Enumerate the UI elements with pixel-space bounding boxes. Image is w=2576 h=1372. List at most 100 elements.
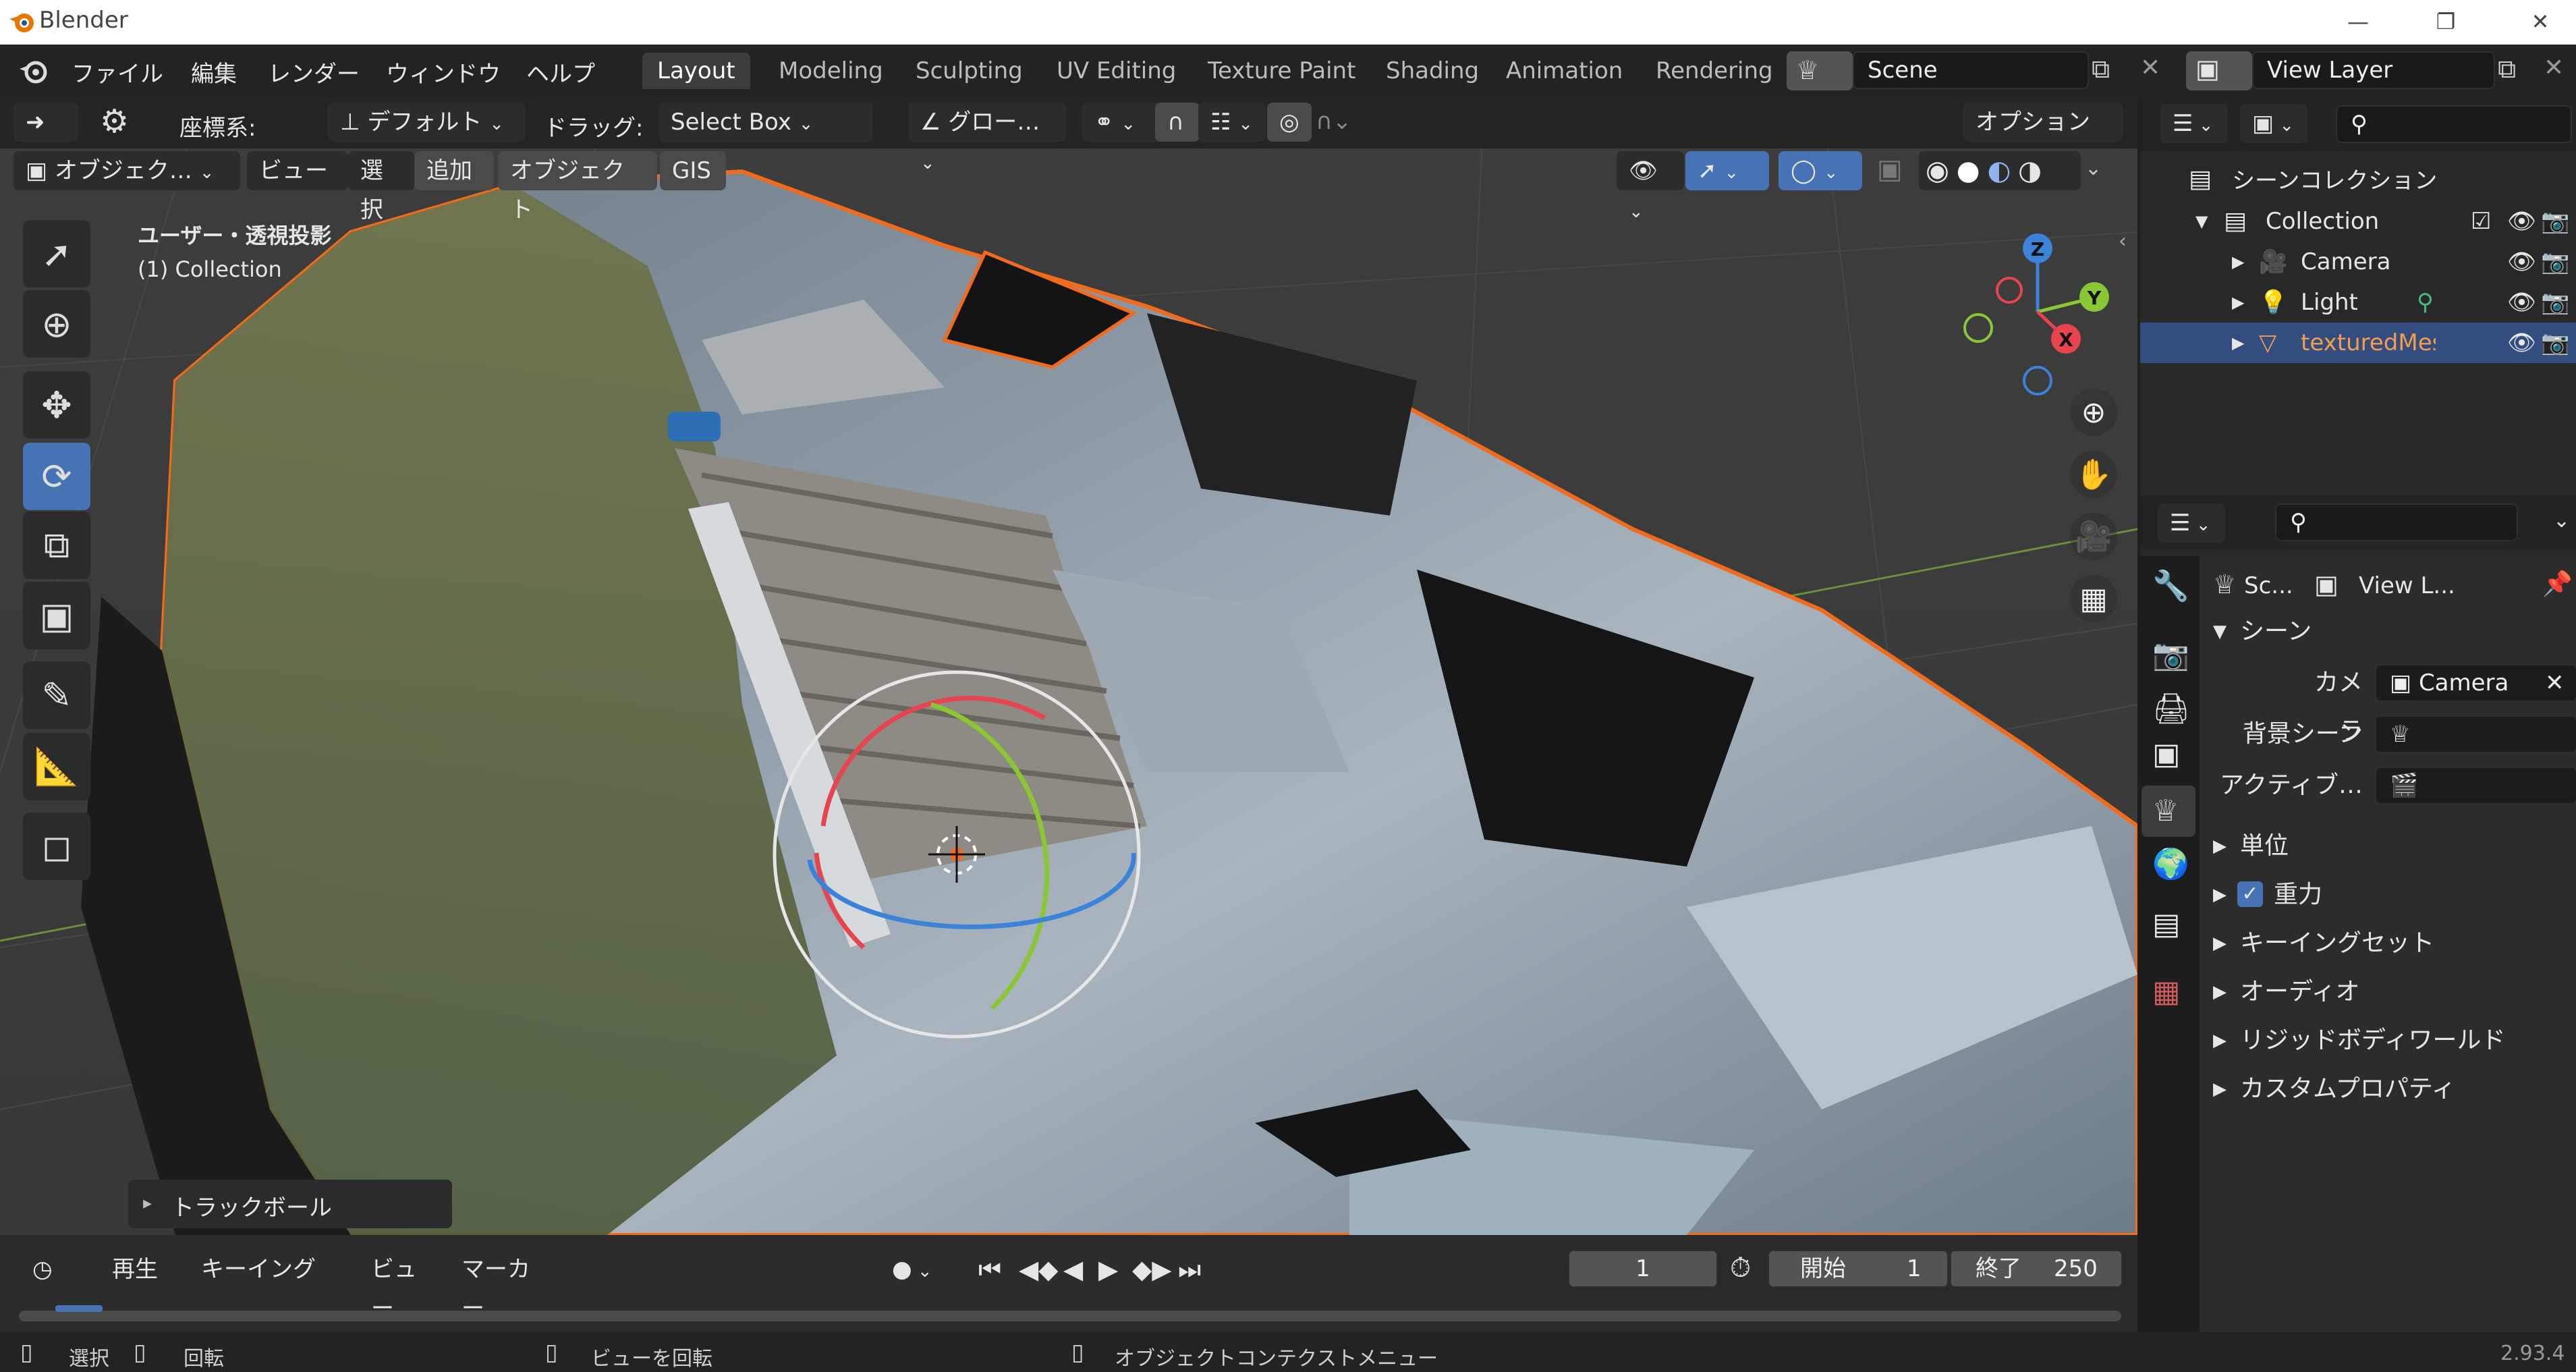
neg-y-axis-ball[interactable] — [1963, 313, 1993, 343]
eye-icon[interactable]: 👁 — [2507, 282, 2536, 323]
output-tab-icon[interactable]: 🖨 — [2152, 691, 2190, 726]
panel-units[interactable]: ▶ 単位 — [2200, 822, 2576, 871]
material-shading-icon[interactable]: ◐ — [1987, 155, 2011, 186]
end-frame-field[interactable]: 終了 250 — [1950, 1250, 2123, 1288]
wireframe-shading-icon[interactable]: ◉ — [1926, 155, 1949, 186]
menu-edit[interactable]: 編集 — [191, 55, 237, 88]
menu-view[interactable]: ビュー — [247, 151, 348, 190]
scene-name-field[interactable]: Scene — [1853, 51, 2089, 89]
solid-shading-icon[interactable]: ● — [1957, 155, 1980, 186]
perspective-grid-icon[interactable]: ▦ — [2070, 575, 2117, 622]
camera-render-icon[interactable]: 📷 — [2541, 242, 2569, 282]
menu-select[interactable]: 選択 — [348, 151, 414, 223]
menu-marker[interactable]: マーカー — [449, 1250, 564, 1322]
viewlayer-name-field[interactable]: View Layer — [2252, 51, 2495, 89]
camera-view-icon[interactable]: 🎥 — [2070, 513, 2117, 560]
delete-viewlayer-icon[interactable]: ✕ — [2544, 54, 2564, 82]
scene-tab[interactable]: ♕ — [2141, 786, 2195, 837]
texture-tab-icon[interactable]: ▦ — [2152, 975, 2181, 1009]
playhead[interactable] — [55, 1305, 103, 1312]
view-layer-tab-icon[interactable]: ▣ — [2152, 737, 2181, 771]
menu-object[interactable]: オブジェクト — [498, 151, 657, 223]
snap-target-dropdown[interactable]: ☷ — [1198, 103, 1266, 142]
panel-rigid-body-world[interactable]: ▶ リジッドボディワールド — [2200, 1016, 2576, 1065]
restore-button[interactable]: ❐ — [2422, 5, 2469, 38]
shading-options-icon[interactable]: ⌄ — [2085, 157, 2102, 180]
collection-tab-icon[interactable]: ▤ — [2152, 907, 2181, 941]
neg-x-axis-ball[interactable] — [1996, 277, 2023, 304]
proportional-edit-toggle[interactable]: ◎ — [1267, 103, 1312, 142]
camera-render-icon[interactable]: 📷 — [2541, 282, 2569, 323]
panel-gravity[interactable]: ▶ ✓ 重力 — [2200, 871, 2576, 919]
move-tool-icon[interactable]: ✥ — [23, 371, 90, 439]
outliner-row-texturedmesh[interactable]: ▶ ▽ texturedMesl 👁 📷 — [2140, 323, 2576, 363]
panel-keying-sets[interactable]: ▶ キーイングセット — [2200, 919, 2576, 968]
world-tab-icon[interactable]: 🌍 — [2152, 846, 2189, 881]
rotate-tool-icon[interactable]: ⟳ — [23, 443, 90, 510]
visibility-dropdown[interactable]: 👁 — [1617, 151, 1684, 190]
expand-arrow-icon[interactable]: ▶ — [2232, 282, 2244, 323]
properties-editor-type-dropdown[interactable]: ☰ — [2158, 503, 2225, 543]
tab-texture-paint[interactable]: Texture Paint — [1193, 53, 1370, 89]
scale-tool-icon[interactable]: ⧉ — [23, 512, 90, 579]
mode-dropdown[interactable]: ▣ オブジェク… — [13, 151, 240, 190]
add-cube-tool-icon[interactable]: ◻ — [23, 813, 90, 880]
auto-keying-toggle[interactable]: ● — [880, 1250, 955, 1289]
menu-add[interactable]: 追加 — [414, 151, 494, 190]
jump-end-icon[interactable]: ⏭ — [1178, 1250, 1201, 1289]
gizmo-toggle[interactable]: ➚ — [1685, 151, 1769, 190]
camera-render-icon[interactable]: 📷 — [2541, 201, 2569, 242]
play-reverse-icon[interactable]: ◀ — [1063, 1250, 1083, 1289]
editor-type-dropdown[interactable]: ☰ — [2160, 104, 2228, 143]
eye-icon[interactable]: 👁 — [2507, 201, 2536, 242]
transform-tool-icon[interactable]: ▣ — [23, 582, 90, 649]
new-viewlayer-icon[interactable]: ⧉ — [2498, 54, 2516, 84]
tab-shading[interactable]: Shading — [1371, 53, 1494, 89]
tab-rendering[interactable]: Rendering — [1641, 53, 1774, 89]
new-scene-icon[interactable]: ⧉ — [2092, 54, 2110, 84]
camera-render-icon[interactable]: 📷 — [2541, 323, 2569, 363]
falloff-icon[interactable]: ∩⌄ — [1316, 108, 1351, 135]
properties-search-input[interactable]: ⚲ — [2275, 503, 2518, 541]
outliner-row-camera[interactable]: ▶ 🎥 Camera 👁 📷 — [2140, 242, 2576, 282]
eye-icon[interactable]: 👁 — [2507, 242, 2536, 282]
measure-tool-icon[interactable]: 📐 — [23, 733, 90, 800]
3d-viewport[interactable]: ➜ ⚙ 座標系: ⊥ デフォルト ドラッグ: Select Box ∠ グロー…… — [0, 97, 2137, 1235]
tab-sculpting[interactable]: Sculpting — [901, 53, 1038, 89]
eye-icon[interactable]: 👁 — [2507, 323, 2536, 363]
select-box-tool-icon[interactable]: ➚ — [23, 220, 90, 287]
navigation-gizmo[interactable]: Z Y X — [1950, 224, 2125, 400]
overlays-toggle[interactable]: ◯ — [1779, 151, 1862, 190]
outliner-search-input[interactable]: ⚲ — [2336, 105, 2572, 143]
current-frame-field[interactable]: 1 — [1568, 1250, 1718, 1288]
tool-tab-icon[interactable]: 🔧 — [2152, 568, 2189, 603]
transform-orientation-dropdown[interactable]: ∠ グロー… — [908, 103, 1066, 142]
blender-menu-icon[interactable] — [18, 55, 49, 86]
timeline-scrollbar[interactable] — [19, 1305, 2121, 1321]
active-clip-field[interactable]: 🎬 — [2375, 767, 2576, 804]
pan-hand-icon[interactable]: ✋ — [2070, 451, 2117, 498]
render-tab-icon[interactable]: 📷 — [2152, 637, 2189, 672]
sidebar-toggle-icon[interactable]: ‹ — [2119, 229, 2127, 253]
properties-options-icon[interactable]: ⌄ — [2553, 509, 2570, 532]
tab-layout[interactable]: Layout — [642, 53, 750, 89]
expand-arrow-icon[interactable]: ▶ — [2232, 242, 2244, 282]
outliner-row-light[interactable]: ▶ 💡 Light ⚲ 👁 📷 — [2140, 282, 2576, 323]
scene-browse-button[interactable]: ♕ — [1787, 51, 1853, 90]
viewlayer-browse-button[interactable]: ▣ — [2186, 51, 2252, 90]
neg-z-axis-ball[interactable] — [2023, 366, 2052, 395]
timeline-editor-type-dropdown[interactable]: ◷ — [20, 1250, 84, 1289]
panel-audio[interactable]: ▶ オーディオ — [2200, 968, 2576, 1016]
delete-scene-icon[interactable]: ✕ — [2140, 54, 2160, 82]
menu-gis[interactable]: GIS — [660, 151, 726, 190]
gravity-checkbox[interactable]: ✓ — [2237, 881, 2263, 907]
jump-start-icon[interactable]: ⏮ — [978, 1250, 1001, 1289]
snap-toggle[interactable]: ∩ — [1155, 103, 1200, 142]
annotate-tool-icon[interactable]: ✎ — [23, 661, 90, 729]
menu-keying[interactable]: キーイング — [189, 1250, 344, 1289]
options-dropdown[interactable]: オプション — [1963, 103, 2123, 142]
tab-modeling[interactable]: Modeling — [764, 53, 898, 89]
expand-arrow-icon[interactable]: ▼ — [2195, 201, 2208, 242]
pin-icon[interactable]: 📌 — [2542, 570, 2573, 598]
transform-pivot-icon[interactable]: ⚙ — [100, 103, 129, 140]
